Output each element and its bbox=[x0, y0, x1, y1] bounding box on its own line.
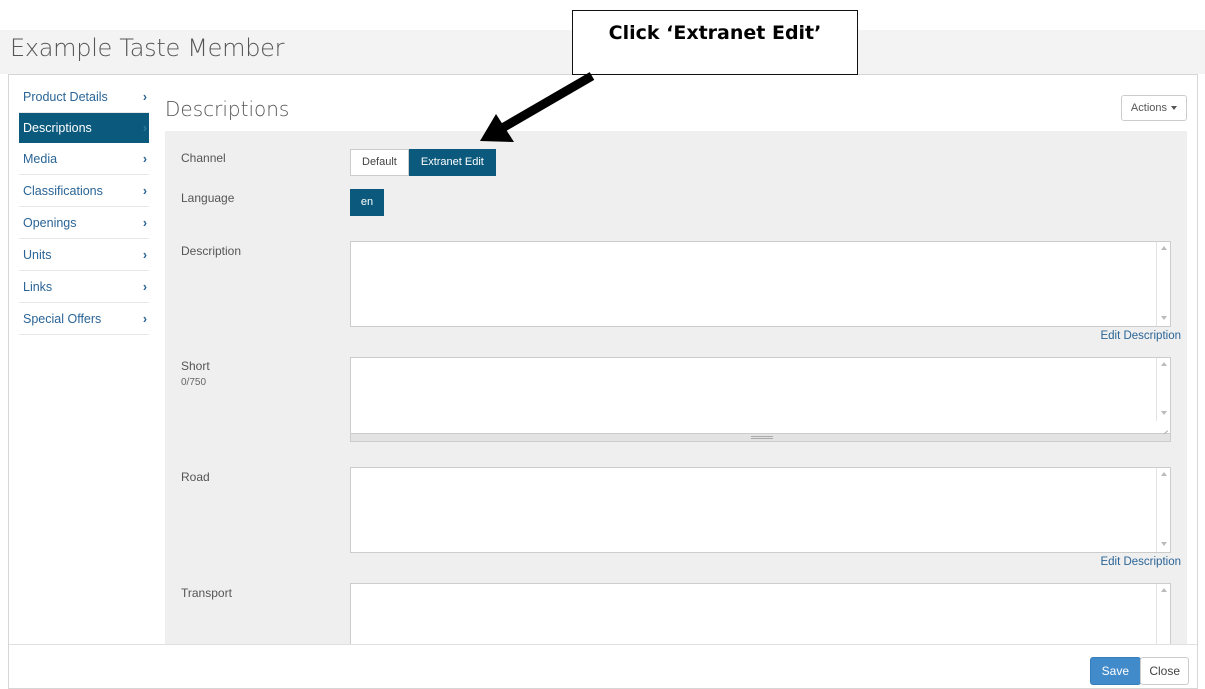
resize-handle-icon[interactable] bbox=[1159, 422, 1169, 432]
chevron-right-icon: › bbox=[142, 90, 147, 104]
content-title: Descriptions bbox=[165, 97, 290, 121]
sidebar-item-label: Links bbox=[23, 280, 53, 294]
arrow-icon bbox=[480, 72, 595, 142]
sidebar-item-label: Classifications bbox=[23, 184, 103, 198]
product-modal: Product Details › Descriptions › Media ›… bbox=[8, 74, 1198, 689]
sidebar-item-links[interactable]: Links › bbox=[19, 271, 149, 303]
sidebar-item-media[interactable]: Media › bbox=[19, 143, 149, 175]
sidebar-item-special-offers[interactable]: Special Offers › bbox=[19, 303, 149, 335]
chevron-right-icon: › bbox=[142, 312, 147, 326]
short-char-counter: 0/750 bbox=[181, 377, 207, 388]
actions-dropdown-button[interactable]: Actions bbox=[1120, 95, 1187, 121]
edit-description-link[interactable]: Edit Description bbox=[1100, 330, 1181, 342]
sidebar-item-label: Descriptions bbox=[23, 121, 92, 135]
chevron-right-icon: › bbox=[142, 121, 147, 135]
short-label: Short bbox=[181, 359, 210, 373]
chevron-right-icon: › bbox=[142, 184, 147, 198]
channel-default-button[interactable]: Default bbox=[350, 149, 409, 176]
caret-down-icon bbox=[1171, 106, 1177, 111]
sidebar-item-units[interactable]: Units › bbox=[19, 239, 149, 271]
transport-textarea[interactable] bbox=[350, 583, 1171, 646]
scrollbar[interactable] bbox=[1156, 584, 1170, 646]
scrollbar[interactable] bbox=[1156, 242, 1170, 326]
description-label: Description bbox=[181, 244, 242, 258]
sidebar-item-label: Openings bbox=[23, 216, 77, 230]
channel-label: Channel bbox=[181, 151, 226, 165]
road-label: Road bbox=[181, 470, 210, 484]
chevron-right-icon: › bbox=[142, 152, 147, 166]
scrollbar[interactable] bbox=[1156, 468, 1170, 552]
language-label: Language bbox=[181, 191, 235, 205]
description-textarea[interactable] bbox=[350, 241, 1171, 327]
channel-toggle: Default Extranet Edit bbox=[350, 149, 496, 176]
sidebar-item-label: Units bbox=[23, 248, 52, 262]
short-textarea[interactable] bbox=[350, 357, 1171, 434]
save-button[interactable]: Save bbox=[1089, 657, 1141, 685]
sidebar-item-label: Product Details bbox=[23, 90, 108, 104]
page-title: Example Taste Member bbox=[10, 34, 285, 62]
edit-description-link[interactable]: Edit Description bbox=[1100, 556, 1181, 568]
descriptions-panel: Channel Default Extranet Edit Language e… bbox=[165, 131, 1187, 646]
close-button[interactable]: Close bbox=[1140, 657, 1189, 685]
grip-icon bbox=[751, 436, 773, 439]
chevron-right-icon: › bbox=[142, 280, 147, 294]
sidebar-item-label: Media bbox=[23, 152, 58, 166]
sidebar: Product Details › Descriptions › Media ›… bbox=[19, 85, 149, 335]
sidebar-item-openings[interactable]: Openings › bbox=[19, 207, 149, 239]
road-textarea[interactable] bbox=[350, 467, 1171, 553]
language-en-button[interactable]: en bbox=[350, 189, 384, 216]
chevron-right-icon: › bbox=[142, 216, 147, 230]
sidebar-item-classifications[interactable]: Classifications › bbox=[19, 175, 149, 207]
chevron-right-icon: › bbox=[142, 248, 147, 262]
actions-label: Actions bbox=[1130, 102, 1167, 114]
sidebar-item-descriptions[interactable]: Descriptions › bbox=[19, 113, 149, 143]
transport-label: Transport bbox=[181, 586, 232, 600]
instruction-callout: Click ‘Extranet Edit’ bbox=[572, 10, 858, 75]
sidebar-item-product-details[interactable]: Product Details › bbox=[19, 85, 149, 113]
channel-extranet-edit-button[interactable]: Extranet Edit bbox=[408, 149, 496, 176]
modal-footer: Save Close bbox=[9, 644, 1197, 688]
scrollbar[interactable] bbox=[1156, 358, 1170, 421]
textarea-drag-handle[interactable] bbox=[350, 434, 1171, 442]
sidebar-item-label: Special Offers bbox=[23, 312, 102, 326]
